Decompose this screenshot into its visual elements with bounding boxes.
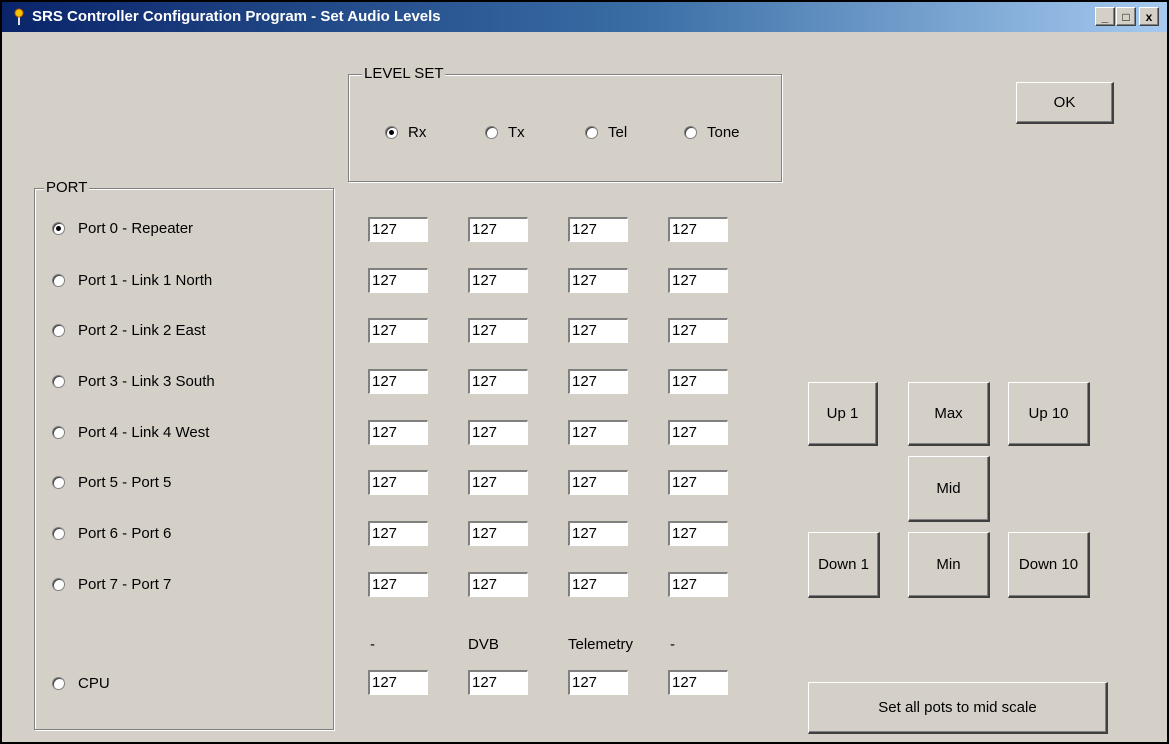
level-field-r2-c3[interactable]: 127 (668, 318, 728, 343)
level-field-r5-c2[interactable]: 127 (568, 470, 628, 495)
level-field-r4-c0[interactable]: 127 (368, 420, 428, 445)
level-field-r4-c2[interactable]: 127 (568, 420, 628, 445)
level-field-r1-c1[interactable]: 127 (468, 268, 528, 293)
down-1-button[interactable]: Down 1 (808, 532, 880, 598)
cpu-header-dvb: DVB (468, 636, 499, 653)
level-field-r7-c1[interactable]: 127 (468, 572, 528, 597)
radio-tel-label: Tel (608, 124, 628, 141)
port-6-label: Port 6 - Port 6 (78, 525, 172, 542)
level-field-r4-c3[interactable]: 127 (668, 420, 728, 445)
set-all-mid-button[interactable]: Set all pots to mid scale (808, 682, 1108, 734)
max-button[interactable]: Max (908, 382, 990, 446)
level-field-r4-c1[interactable]: 127 (468, 420, 528, 445)
port-0-label: Port 0 - Repeater (78, 220, 194, 237)
port-2-label: Port 2 - Link 2 East (78, 322, 206, 339)
level-field-r5-c3[interactable]: 127 (668, 470, 728, 495)
window-title: SRS Controller Configuration Program - S… (32, 8, 441, 25)
mid-button[interactable]: Mid (908, 456, 990, 522)
radio-port-5[interactable] (52, 476, 65, 489)
radio-port-7[interactable] (52, 578, 65, 591)
radio-tel[interactable] (585, 126, 598, 139)
close-button[interactable]: x (1139, 7, 1159, 26)
level-field-r0-c3[interactable]: 127 (668, 217, 728, 242)
level-field-r2-c0[interactable]: 127 (368, 318, 428, 343)
level-field-r6-c2[interactable]: 127 (568, 521, 628, 546)
level-field-r7-c2[interactable]: 127 (568, 572, 628, 597)
app-window: SRS Controller Configuration Program - S… (0, 0, 1169, 744)
level-field-r7-c3[interactable]: 127 (668, 572, 728, 597)
level-field-r5-c0[interactable]: 127 (368, 470, 428, 495)
minimize-button[interactable]: _ (1095, 7, 1115, 26)
level-field-r6-c1[interactable]: 127 (468, 521, 528, 546)
radio-tx[interactable] (485, 126, 498, 139)
port-5-label: Port 5 - Port 5 (78, 474, 172, 491)
radio-rx-label: Rx (408, 124, 427, 141)
port-group-label: PORT (44, 179, 90, 196)
level-set-label: LEVEL SET (362, 65, 446, 82)
up-10-button[interactable]: Up 10 (1008, 382, 1090, 446)
level-field-cpu-c2[interactable]: 127 (568, 670, 628, 695)
port-7-label: Port 7 - Port 7 (78, 576, 172, 593)
radio-port-3[interactable] (52, 375, 65, 388)
level-field-r3-c3[interactable]: 127 (668, 369, 728, 394)
radio-tone[interactable] (684, 126, 697, 139)
level-field-r1-c0[interactable]: 127 (368, 268, 428, 293)
level-field-r1-c3[interactable]: 127 (668, 268, 728, 293)
cpu-header-3: - (670, 636, 675, 653)
level-field-r3-c0[interactable]: 127 (368, 369, 428, 394)
cpu-header-0: - (370, 636, 375, 653)
level-field-r6-c3[interactable]: 127 (668, 521, 728, 546)
level-field-cpu-c3[interactable]: 127 (668, 670, 728, 695)
port-1-label: Port 1 - Link 1 North (78, 272, 213, 289)
maximize-button[interactable]: □ (1116, 7, 1136, 26)
level-field-r0-c1[interactable]: 127 (468, 217, 528, 242)
port-3-label: Port 3 - Link 3 South (78, 373, 215, 390)
level-field-r3-c1[interactable]: 127 (468, 369, 528, 394)
ok-button[interactable]: OK (1016, 82, 1114, 124)
level-field-r1-c2[interactable]: 127 (568, 268, 628, 293)
title-bar[interactable]: SRS Controller Configuration Program - S… (2, 2, 1167, 32)
radio-port-0[interactable] (52, 222, 65, 235)
radio-tone-label: Tone (707, 124, 740, 141)
app-icon (14, 8, 24, 25)
port-group (34, 188, 334, 730)
port-4-label: Port 4 - Link 4 West (78, 424, 210, 441)
up-1-button[interactable]: Up 1 (808, 382, 878, 446)
level-field-r6-c0[interactable]: 127 (368, 521, 428, 546)
radio-tx-label: Tx (508, 124, 525, 141)
level-field-r0-c2[interactable]: 127 (568, 217, 628, 242)
level-field-r5-c1[interactable]: 127 (468, 470, 528, 495)
level-field-r0-c0[interactable]: 127 (368, 217, 428, 242)
level-field-cpu-c0[interactable]: 127 (368, 670, 428, 695)
cpu-header-telemetry: Telemetry (568, 636, 634, 653)
radio-rx[interactable] (385, 126, 398, 139)
radio-port-2[interactable] (52, 324, 65, 337)
level-field-r2-c2[interactable]: 127 (568, 318, 628, 343)
level-field-r7-c0[interactable]: 127 (368, 572, 428, 597)
radio-port-cpu[interactable] (52, 677, 65, 690)
level-field-r2-c1[interactable]: 127 (468, 318, 528, 343)
radio-port-4[interactable] (52, 426, 65, 439)
down-10-button[interactable]: Down 10 (1008, 532, 1090, 598)
port-cpu-label: CPU (78, 675, 110, 692)
level-field-cpu-c1[interactable]: 127 (468, 670, 528, 695)
radio-port-6[interactable] (52, 527, 65, 540)
level-field-r3-c2[interactable]: 127 (568, 369, 628, 394)
min-button[interactable]: Min (908, 532, 990, 598)
radio-port-1[interactable] (52, 274, 65, 287)
